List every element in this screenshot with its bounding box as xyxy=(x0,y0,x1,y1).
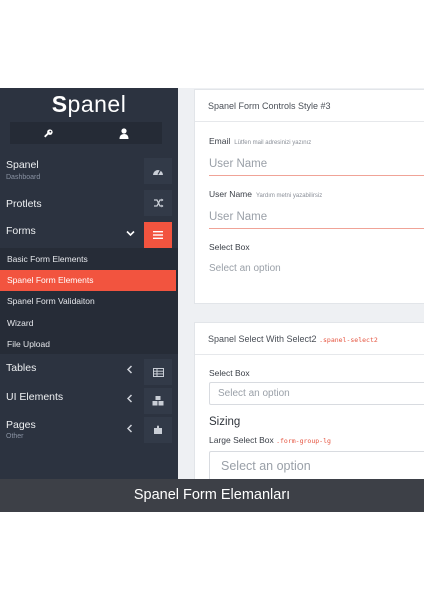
logo-rest: panel xyxy=(67,91,127,117)
sidebar: Spanel Spanel Dashboard Protlets Forms B… xyxy=(0,88,178,479)
chevron-down-icon xyxy=(126,228,135,240)
submenu-item-file-upload[interactable]: File Upload xyxy=(0,334,176,355)
select-box[interactable]: Select an option xyxy=(209,258,424,280)
sidebar-item-protlets[interactable]: Protlets xyxy=(0,190,178,218)
username-field[interactable]: User Name xyxy=(209,205,424,229)
dashboard-gauge-icon xyxy=(153,169,163,175)
sidebar-item-badge xyxy=(144,158,172,184)
email-label-text: Email xyxy=(209,136,231,146)
chevron-left-icon xyxy=(126,365,133,377)
sidebar-item-label: Spanel xyxy=(6,159,39,171)
large-select-box[interactable]: Select an option xyxy=(209,451,424,481)
sizing-title: Sizing xyxy=(209,416,241,428)
sidebar-item-label: Protlets xyxy=(6,198,42,210)
key-icon xyxy=(43,128,53,137)
select-box-label: Select Box xyxy=(209,368,250,378)
shuffle-icon xyxy=(153,198,163,208)
sidebar-item-label: UI Elements xyxy=(6,391,64,403)
sidebar-item-label: Forms xyxy=(6,225,36,237)
select-box-label: Select Box xyxy=(209,242,250,252)
sidebar-item-badge xyxy=(144,417,172,443)
sidebar-item-sublabel: Dashboard xyxy=(6,174,41,181)
screenshot-frame: Spanel Spanel Dashboard Protlets Forms B… xyxy=(0,88,424,512)
username-help-text: Yardım metni yazabilirsiz xyxy=(255,193,323,199)
boxes-icon xyxy=(152,396,164,406)
panel-title: Spanel Select With Select2 .spanel-selec… xyxy=(195,323,424,355)
sidebar-item-badge xyxy=(144,359,172,385)
sidebar-item-pages[interactable]: Pages Other xyxy=(0,416,178,444)
large-select-label-text: Large Select Box xyxy=(209,435,274,445)
user-button[interactable] xyxy=(86,122,162,144)
chevron-left-icon xyxy=(126,394,133,406)
sidebar-item-label: Tables xyxy=(6,362,37,374)
puzzle-icon xyxy=(154,425,162,434)
sidebar-item-badge xyxy=(144,190,172,216)
caption-band: Spanel Form Elemanları xyxy=(0,479,424,512)
username-label-text: User Name xyxy=(209,189,252,199)
key-button[interactable] xyxy=(10,122,86,144)
sidebar-item-badge xyxy=(144,388,172,414)
submenu-item-wizard[interactable]: Wizard xyxy=(0,313,176,334)
email-field[interactable]: User Name xyxy=(209,152,424,176)
submenu-item-basic-form-elements[interactable]: Basic Form Elements xyxy=(0,249,176,270)
form-controls-panel: Spanel Form Controls Style #3 Email Lütfe… xyxy=(194,89,424,304)
sidebar-item-badge xyxy=(144,222,172,248)
forms-submenu: Basic Form Elements Spanel Form Elements… xyxy=(0,248,178,354)
sidebar-item-tables[interactable]: Tables xyxy=(0,358,178,385)
large-select-code: .form-group-lg xyxy=(276,437,331,445)
app-logo[interactable]: Spanel xyxy=(0,91,178,118)
sidebar-item-sublabel: Other xyxy=(6,433,24,440)
email-label: Email Lütfen mail adresinizi yazınız xyxy=(209,136,311,146)
user-icon xyxy=(119,127,129,139)
panel-title-code: .spanel-select2 xyxy=(319,336,378,344)
submenu-item-spanel-form-elements[interactable]: Spanel Form Elements xyxy=(0,270,176,291)
sidebar-item-label: Pages xyxy=(6,419,36,431)
sidebar-item-forms[interactable]: Forms xyxy=(0,221,178,248)
table-icon xyxy=(152,367,164,377)
select2-box[interactable]: Select an option xyxy=(209,382,424,405)
large-select-label: Large Select Box .form-group-lg xyxy=(209,435,331,445)
submenu-item-spanel-form-validation[interactable]: Spanel Form Validaiton xyxy=(0,291,176,312)
panel-title: Spanel Form Controls Style #3 xyxy=(195,90,424,122)
username-label: User Name Yardım metni yazabilirsiz xyxy=(209,189,322,199)
chevron-left-icon xyxy=(126,424,133,436)
email-help-text: Lütfen mail adresinizi yazınız xyxy=(234,140,312,146)
logo-initial: S xyxy=(51,91,68,117)
sidebar-icon-bar xyxy=(10,122,162,144)
sidebar-item-spanel[interactable]: Spanel Dashboard xyxy=(0,156,178,184)
hamburger-menu-icon xyxy=(153,231,163,239)
select2-panel: Spanel Select With Select2 .spanel-selec… xyxy=(194,322,424,492)
sidebar-item-ui-elements[interactable]: UI Elements xyxy=(0,387,178,414)
panel-title-text: Spanel Select With Select2 xyxy=(208,334,317,344)
